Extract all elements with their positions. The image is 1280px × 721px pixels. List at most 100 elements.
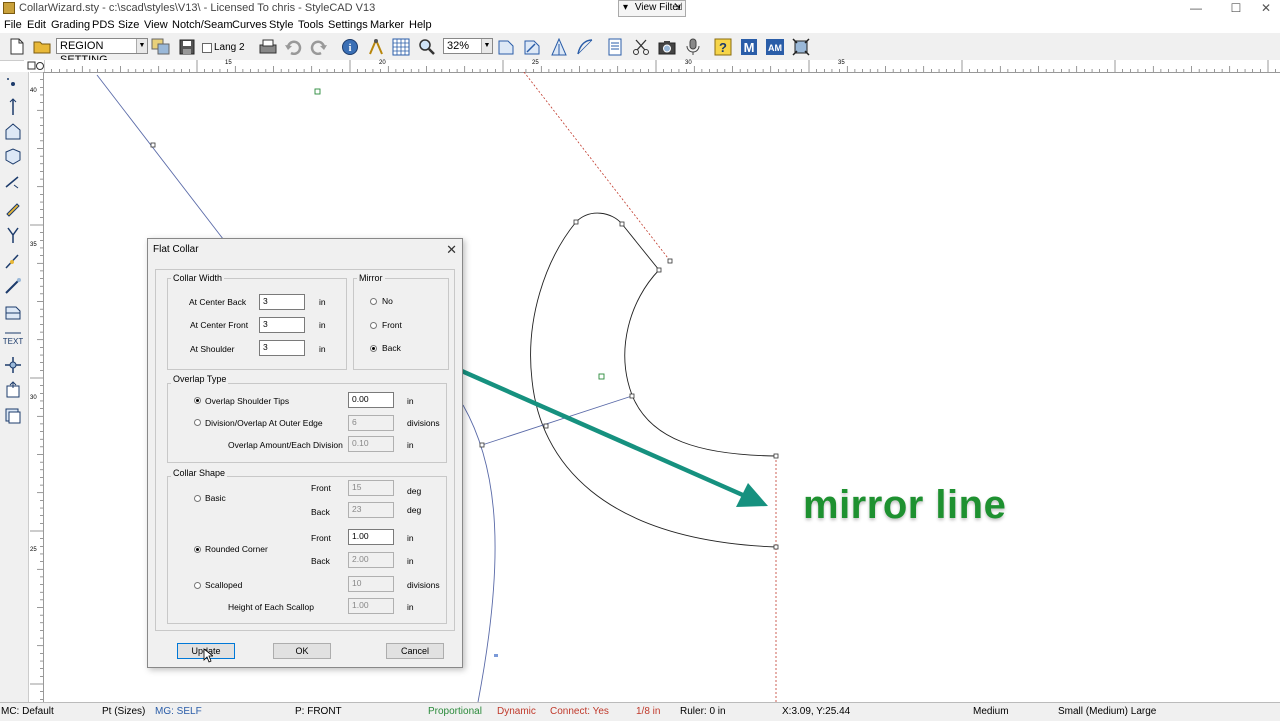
tool-pattern-3-button[interactable]: [548, 36, 570, 57]
marker-button[interactable]: M: [738, 36, 760, 57]
tool-cut-button[interactable]: [630, 36, 652, 57]
tool-piece-info-button[interactable]: [604, 36, 626, 57]
region-tool-button[interactable]: [150, 36, 172, 57]
basic-back-input[interactable]: 23: [348, 502, 394, 518]
notch-tool-button[interactable]: [2, 171, 24, 193]
pattern-line[interactable]: [96, 74, 231, 249]
menu-marker[interactable]: Marker: [370, 19, 404, 31]
scalloped-divisions-input[interactable]: 10: [348, 576, 394, 592]
save-button[interactable]: [176, 36, 198, 57]
help-button[interactable]: ?: [712, 36, 734, 57]
line-tool-button[interactable]: [2, 96, 24, 118]
camera-button[interactable]: [656, 36, 678, 57]
basic-radio[interactable]: [194, 495, 201, 502]
new-file-button[interactable]: [6, 36, 28, 57]
menu-size[interactable]: Size: [118, 19, 139, 31]
cancel-button[interactable]: Cancel: [386, 643, 444, 659]
grid-button[interactable]: [390, 36, 412, 57]
print-button[interactable]: [257, 36, 279, 57]
unit-label: in: [319, 320, 326, 330]
piece-tool-button[interactable]: [2, 120, 24, 142]
mirror-no-radio[interactable]: [370, 298, 377, 305]
move-tool-button[interactable]: [2, 354, 24, 376]
pen-tool-button[interactable]: [2, 197, 24, 219]
menu-settings[interactable]: Settings: [328, 19, 368, 31]
undo-button[interactable]: [282, 36, 304, 57]
menu-curves[interactable]: Curves: [232, 19, 267, 31]
pattern-point[interactable]: [619, 221, 625, 227]
collar-width-label: Collar Width: [171, 273, 225, 283]
menu-style[interactable]: Style: [269, 19, 293, 31]
pattern-point[interactable]: [573, 219, 579, 225]
mirror-front-radio[interactable]: [370, 322, 377, 329]
collar-outer-edge[interactable]: [530, 221, 777, 548]
microphone-button[interactable]: [682, 36, 704, 57]
menu-help[interactable]: Help: [409, 19, 432, 31]
menu-view[interactable]: View: [144, 19, 168, 31]
zoom-select[interactable]: 32% ▼: [443, 38, 493, 54]
pattern-point[interactable]: [314, 88, 321, 95]
measure-button[interactable]: [365, 36, 387, 57]
menu-tools[interactable]: Tools: [298, 19, 324, 31]
collar-inner-edge[interactable]: [575, 212, 777, 457]
pattern-curve[interactable]: [462, 404, 496, 702]
info-button[interactable]: i: [339, 36, 361, 57]
overlap-amount-input[interactable]: 0.10: [348, 436, 394, 452]
pattern-point[interactable]: [598, 373, 605, 380]
pattern-point[interactable]: [667, 258, 673, 264]
zoom-button[interactable]: [416, 36, 438, 57]
tool-pattern-2-button[interactable]: [521, 36, 543, 57]
lang2-checkbox[interactable]: [202, 43, 212, 53]
shoulder-input[interactable]: 3: [259, 340, 305, 356]
view-filter-button[interactable]: ▾ View Filter ⇲: [618, 0, 686, 17]
overlap-shoulder-tips-input[interactable]: 0.00: [348, 392, 394, 408]
center-front-input[interactable]: 3: [259, 317, 305, 333]
pattern-point[interactable]: [773, 544, 779, 550]
minimize-button[interactable]: —: [1186, 1, 1206, 15]
grade-tool-button[interactable]: [2, 379, 24, 401]
fullscreen-button[interactable]: [790, 36, 812, 57]
point-tool-button[interactable]: [2, 72, 24, 94]
wand-tool-button[interactable]: [2, 275, 24, 297]
menu-pds[interactable]: PDS: [92, 19, 115, 31]
scalloped-radio[interactable]: [194, 582, 201, 589]
tool-pattern-1-button[interactable]: [495, 36, 517, 57]
rounded-front-input[interactable]: 1.00: [348, 529, 394, 545]
maximize-button[interactable]: ☐: [1226, 1, 1246, 15]
cut-piece-tool-button[interactable]: [2, 301, 24, 323]
layers-tool-button[interactable]: [2, 405, 24, 427]
menu-file[interactable]: File: [4, 19, 22, 31]
pattern-point[interactable]: [494, 654, 498, 657]
pattern-point[interactable]: [479, 442, 485, 448]
basic-front-input[interactable]: 15: [348, 480, 394, 496]
open-folder-button[interactable]: [31, 36, 53, 57]
magnifier-icon: [419, 38, 435, 55]
close-button[interactable]: ✕: [1256, 1, 1276, 15]
menu-grading[interactable]: Grading: [51, 19, 90, 31]
tool-curve-button[interactable]: [574, 36, 596, 57]
region-setting-select[interactable]: REGION SETTING ▼: [56, 38, 148, 66]
rounded-corner-radio[interactable]: [194, 546, 201, 553]
pattern-point[interactable]: [150, 142, 156, 148]
pattern-point[interactable]: [543, 423, 549, 429]
auto-marker-button[interactable]: AM: [764, 36, 786, 57]
rounded-back-input[interactable]: 2.00: [348, 552, 394, 568]
pattern-point[interactable]: [773, 453, 779, 459]
close-icon[interactable]: ✕: [446, 242, 457, 258]
center-back-input[interactable]: 3: [259, 294, 305, 310]
scallop-height-input[interactable]: 1.00: [348, 598, 394, 614]
menu-notch-seam[interactable]: Notch/Seam: [172, 19, 233, 31]
overlap-shoulder-tips-radio[interactable]: [194, 397, 201, 404]
redo-button[interactable]: [308, 36, 330, 57]
pattern-point[interactable]: [629, 393, 635, 399]
division-overlap-radio[interactable]: [194, 419, 201, 426]
division-overlap-input[interactable]: 6: [348, 415, 394, 431]
mirror-back-radio[interactable]: [370, 345, 377, 352]
ok-button[interactable]: OK: [273, 643, 331, 659]
shape-tool-button[interactable]: [2, 145, 24, 167]
curve-point-tool-button[interactable]: [2, 250, 24, 272]
split-tool-button[interactable]: [2, 224, 24, 246]
text-tool-button[interactable]: TEXT: [2, 328, 24, 350]
menu-edit[interactable]: Edit: [27, 19, 46, 31]
pattern-point[interactable]: [656, 267, 662, 273]
